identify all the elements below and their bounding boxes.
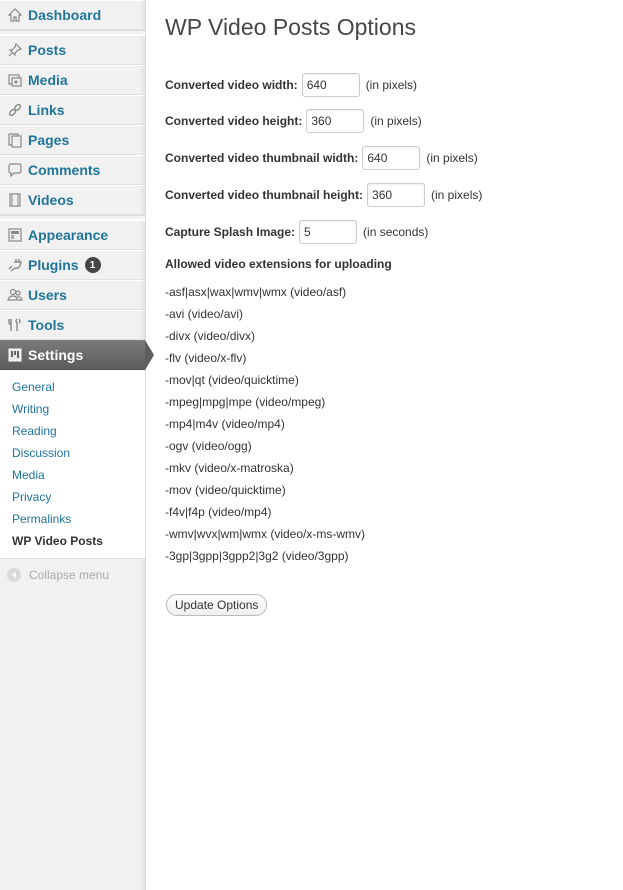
- submenu-general[interactable]: General: [0, 376, 145, 398]
- thumbnail-height-unit: (in pixels): [431, 188, 483, 202]
- extension-item: -divx (video/divx): [165, 329, 256, 343]
- video-height-input[interactable]: [306, 109, 365, 133]
- users-icon: [6, 286, 24, 304]
- submenu-discussion[interactable]: Discussion: [0, 442, 145, 464]
- splash-image-input[interactable]: [299, 220, 358, 244]
- menu-comments[interactable]: Comments: [0, 155, 145, 185]
- pages-icon: [6, 131, 24, 149]
- video-width-unit: (in pixels): [365, 78, 418, 92]
- menu-pages-label: Pages: [28, 132, 70, 148]
- thumbnail-width-label: Converted video thumbnail width:: [165, 151, 359, 165]
- thumbnail-width-input[interactable]: [362, 146, 421, 170]
- menu-appearance[interactable]: Appearance: [0, 220, 145, 250]
- menu-pages[interactable]: Pages: [0, 125, 145, 155]
- extension-item: -asf|asx|wax|wmv|wmx (video/asf): [165, 285, 347, 299]
- tools-icon: [6, 316, 24, 334]
- extension-item: -ogv (video/ogg): [165, 439, 252, 453]
- video-width-input[interactable]: [301, 73, 360, 97]
- collapse-menu-button[interactable]: Collapse menu: [0, 559, 145, 591]
- extension-item: -mov|qt (video/quicktime): [165, 373, 299, 387]
- menu-dashboard-label: Dashboard: [28, 7, 102, 23]
- page-title: WP Video Posts Options: [165, 14, 417, 40]
- splash-image-label: Capture Splash Image:: [165, 225, 296, 239]
- submenu-privacy[interactable]: Privacy: [0, 486, 145, 508]
- menu-tools-label: Tools: [28, 317, 65, 333]
- thumbnail-width-row: Converted video thumbnail width: (in pix…: [165, 146, 478, 170]
- extension-item: -wmv|wvx|wm|wmx (video/x-ms-wmv): [165, 527, 365, 541]
- appearance-icon: [6, 226, 24, 244]
- plugin-update-badge: 1: [84, 257, 101, 273]
- menu-plugins-label: Plugins: [28, 257, 79, 273]
- video-width-row: Converted video width: (in pixels): [165, 73, 417, 97]
- submenu-permalinks[interactable]: Permalinks: [0, 508, 145, 530]
- extension-item: -flv (video/x-flv): [165, 351, 247, 365]
- menu-videos[interactable]: Videos: [0, 185, 145, 215]
- submenu-wp-video-posts[interactable]: WP Video Posts: [0, 530, 145, 552]
- video-icon: [6, 191, 24, 209]
- menu-dashboard[interactable]: Dashboard: [0, 0, 145, 30]
- main-content: WP Video Posts Options Converted video w…: [165, 0, 605, 616]
- settings-icon: [6, 346, 24, 364]
- submenu-media[interactable]: Media: [0, 464, 145, 486]
- menu-media-label: Media: [28, 72, 68, 88]
- extension-item: -mp4|m4v (video/mp4): [165, 417, 285, 431]
- menu-videos-label: Videos: [28, 192, 74, 208]
- extensions-list: -asf|asx|wax|wmv|wmx (video/asf) -avi (v…: [165, 282, 365, 568]
- menu-posts-label: Posts: [28, 42, 67, 58]
- splash-image-unit: (in seconds): [363, 225, 429, 239]
- menu-users[interactable]: Users: [0, 280, 145, 310]
- update-options-button[interactable]: Update Options: [166, 594, 268, 616]
- link-icon: [6, 101, 24, 119]
- dashboard-icon: [6, 6, 24, 24]
- extension-item: -mkv (video/x-matroska): [165, 461, 294, 475]
- menu-settings[interactable]: Settings: [0, 340, 154, 370]
- collapse-menu-label: Collapse menu: [29, 568, 110, 582]
- thumbnail-height-row: Converted video thumbnail height: (in pi…: [165, 183, 482, 207]
- comment-icon: [6, 161, 24, 179]
- menu-tools[interactable]: Tools: [0, 310, 145, 340]
- extension-item: -3gp|3gpp|3gpp2|3g2 (video/3gpp): [165, 549, 349, 563]
- menu-appearance-label: Appearance: [28, 227, 109, 243]
- menu-links[interactable]: Links: [0, 95, 145, 125]
- video-height-unit: (in pixels): [370, 114, 422, 128]
- menu-media[interactable]: Media: [0, 65, 145, 95]
- splash-image-row: Capture Splash Image: (in seconds): [165, 220, 428, 244]
- thumbnail-height-input[interactable]: [367, 183, 426, 207]
- plugin-icon: [6, 256, 24, 274]
- thumbnail-height-label: Converted video thumbnail height:: [165, 188, 364, 202]
- extension-item: -f4v|f4p (video/mp4): [165, 505, 272, 519]
- menu-plugins[interactable]: Plugins 1: [0, 250, 145, 280]
- admin-sidebar: Dashboard Posts Media Links Pages Commen…: [0, 0, 154, 890]
- menu-settings-label: Settings: [28, 347, 84, 363]
- submenu-writing[interactable]: Writing: [0, 398, 145, 420]
- menu-comments-label: Comments: [28, 162, 101, 178]
- video-height-row: Converted video height: (in pixels): [165, 109, 422, 133]
- media-icon: [6, 71, 24, 89]
- extension-item: -mpeg|mpg|mpe (video/mpeg): [165, 395, 326, 409]
- menu-posts[interactable]: Posts: [0, 35, 145, 65]
- extensions-heading: Allowed video extensions for uploading: [165, 257, 392, 271]
- collapse-arrow-icon: [7, 568, 21, 582]
- thumbnail-width-unit: (in pixels): [426, 151, 478, 165]
- video-height-label: Converted video height:: [165, 114, 303, 128]
- video-width-label: Converted video width:: [165, 78, 298, 92]
- extension-item: -avi (video/avi): [165, 307, 244, 321]
- extension-item: -mov (video/quicktime): [165, 483, 286, 497]
- pin-icon: [6, 41, 24, 59]
- settings-submenu: General Writing Reading Discussion Media…: [0, 370, 145, 559]
- menu-users-label: Users: [28, 287, 67, 303]
- submenu-reading[interactable]: Reading: [0, 420, 145, 442]
- menu-links-label: Links: [28, 102, 65, 118]
